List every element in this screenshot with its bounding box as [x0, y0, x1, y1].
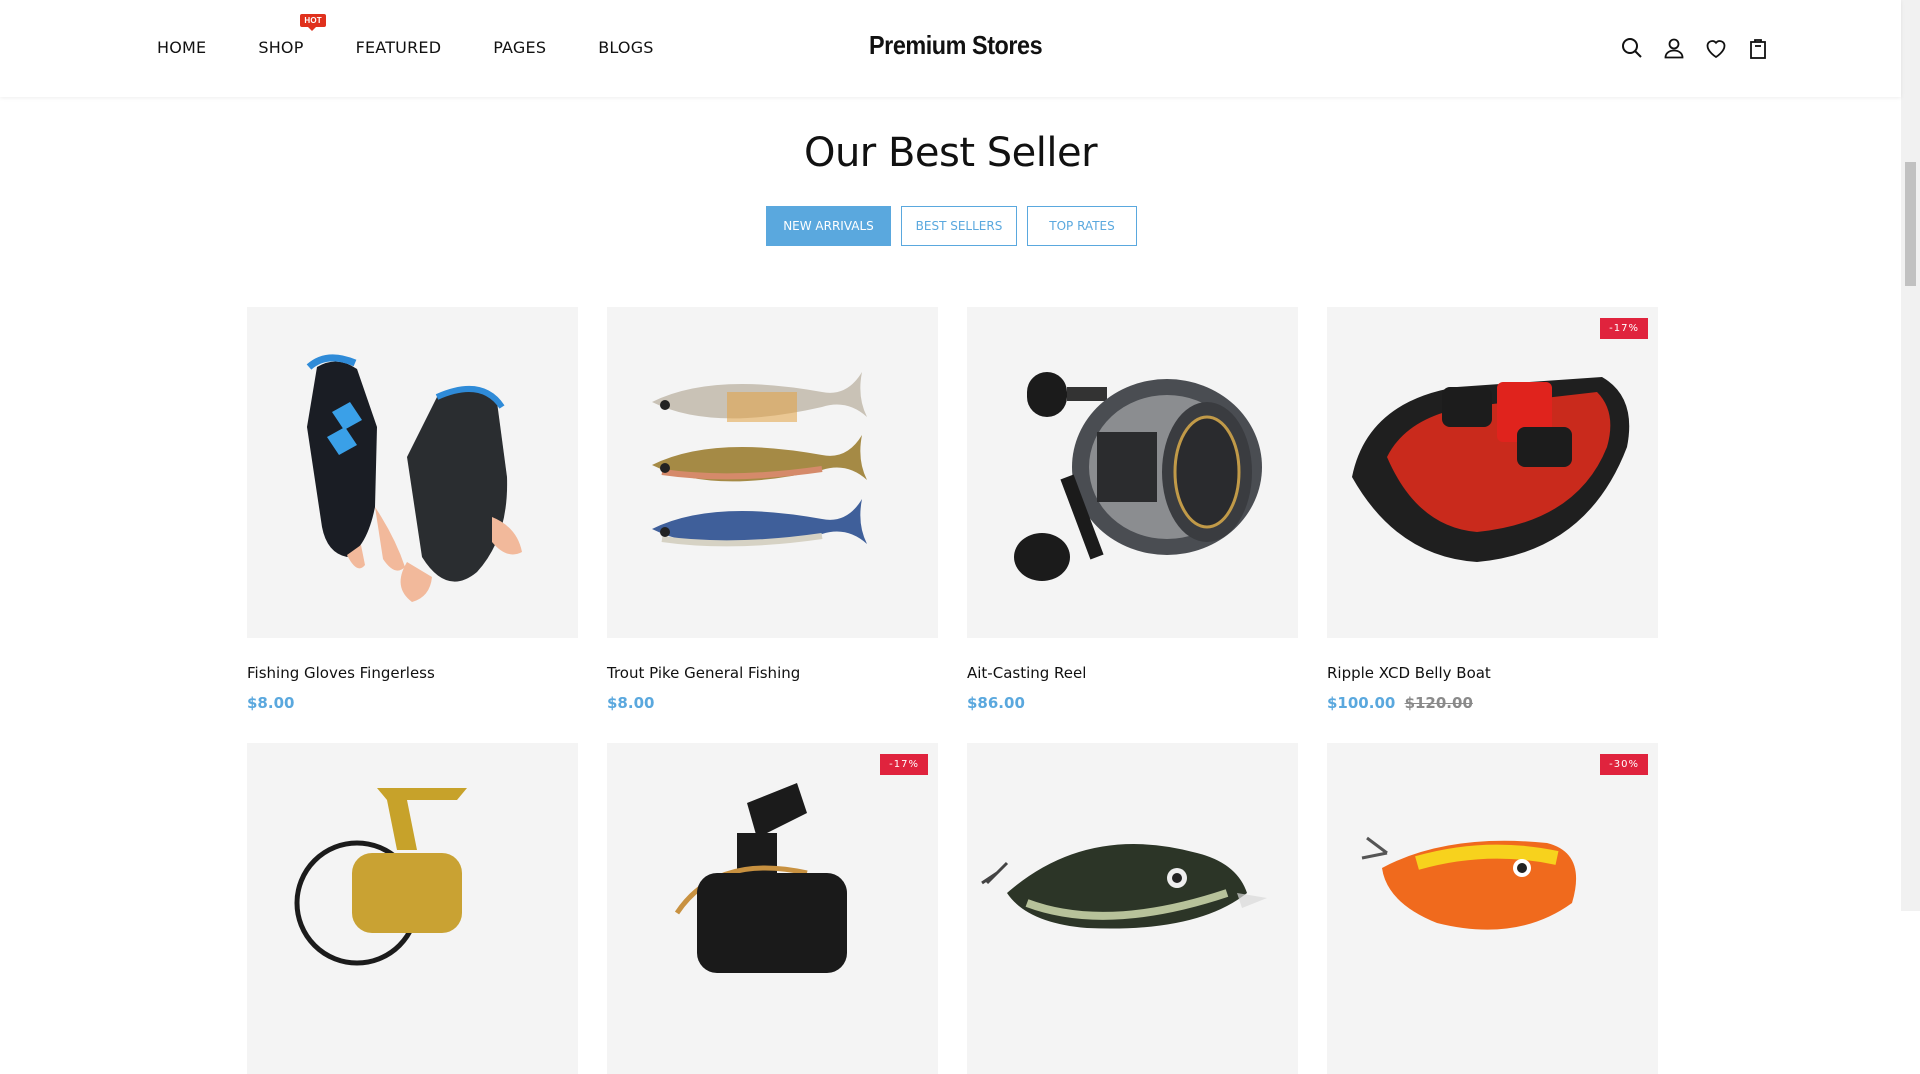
product-card[interactable]: -17% Ripple XCD Belly Boat $100.00 $120.… [1327, 307, 1658, 712]
product-card[interactable] [247, 743, 578, 1074]
nav-blogs[interactable]: BLOGS [598, 38, 653, 57]
product-image-reel[interactable] [967, 307, 1298, 638]
product-card[interactable]: -30% [1327, 743, 1658, 1074]
bag-icon[interactable] [1746, 36, 1770, 60]
product-name[interactable]: Ait-Casting Reel [967, 664, 1298, 682]
product-card[interactable]: Fishing Gloves Fingerless $8.00 [247, 307, 578, 712]
product-tabs: NEW ARRIVALS BEST SELLERS TOP RATES [766, 206, 1147, 246]
nav-shop-label: SHOP [258, 38, 304, 57]
product-image-belly-boat[interactable]: -17% [1327, 307, 1658, 638]
price-current: $86.00 [967, 694, 1025, 712]
product-image-crankbait[interactable] [967, 743, 1298, 1074]
price-current: $100.00 [1327, 694, 1396, 712]
tab-new-arrivals[interactable]: NEW ARRIVALS [766, 206, 891, 246]
discount-badge: -17% [1600, 318, 1648, 339]
section-title: Our Best Seller [803, 130, 1098, 176]
price-current: $8.00 [247, 694, 295, 712]
heart-icon[interactable] [1704, 36, 1728, 60]
scrollbar-thumb[interactable] [1905, 162, 1916, 286]
product-price: $100.00 $120.00 [1327, 694, 1658, 712]
product-image-lures[interactable] [607, 307, 938, 638]
product-image-spinning-reel-gold[interactable] [247, 743, 578, 1074]
tab-best-sellers[interactable]: BEST SELLERS [901, 206, 1017, 246]
search-icon[interactable] [1620, 36, 1644, 60]
nav-pages[interactable]: PAGES [493, 38, 546, 57]
product-image-orange-lure[interactable]: -30% [1327, 743, 1658, 1074]
product-price: $86.00 [967, 694, 1298, 712]
user-icon[interactable] [1662, 36, 1686, 60]
product-name[interactable]: Fishing Gloves Fingerless [247, 664, 578, 682]
product-price: $8.00 [607, 694, 938, 712]
discount-badge: -17% [880, 754, 928, 775]
header-actions [1620, 36, 1770, 60]
site-header: HOME SHOP HOT FEATURED PAGES BLOGS Premi… [0, 0, 1901, 97]
page-scrollbar[interactable] [1901, 0, 1920, 911]
nav-shop[interactable]: SHOP HOT [258, 14, 326, 57]
tab-top-rates[interactable]: TOP RATES [1027, 206, 1137, 246]
product-card[interactable] [967, 743, 1298, 1074]
hot-badge: HOT [300, 14, 326, 31]
product-name[interactable]: Trout Pike General Fishing [607, 664, 938, 682]
nav-featured[interactable]: FEATURED [356, 38, 442, 57]
product-card[interactable]: -17% [607, 743, 938, 1074]
product-image-spinning-reel-black[interactable]: -17% [607, 743, 938, 1074]
discount-badge: -30% [1600, 754, 1648, 775]
site-logo[interactable]: Premium Stores [869, 30, 1043, 61]
product-card[interactable]: Ait-Casting Reel $86.00 [967, 307, 1298, 712]
product-card[interactable]: Trout Pike General Fishing $8.00 [607, 307, 938, 712]
nav-home[interactable]: HOME [157, 38, 206, 57]
price-old: $120.00 [1404, 694, 1473, 712]
main-nav: HOME SHOP HOT FEATURED PAGES BLOGS [157, 14, 706, 57]
product-name[interactable]: Ripple XCD Belly Boat [1327, 664, 1658, 682]
product-image-gloves[interactable] [247, 307, 578, 638]
product-price: $8.00 [247, 694, 578, 712]
price-current: $8.00 [607, 694, 655, 712]
